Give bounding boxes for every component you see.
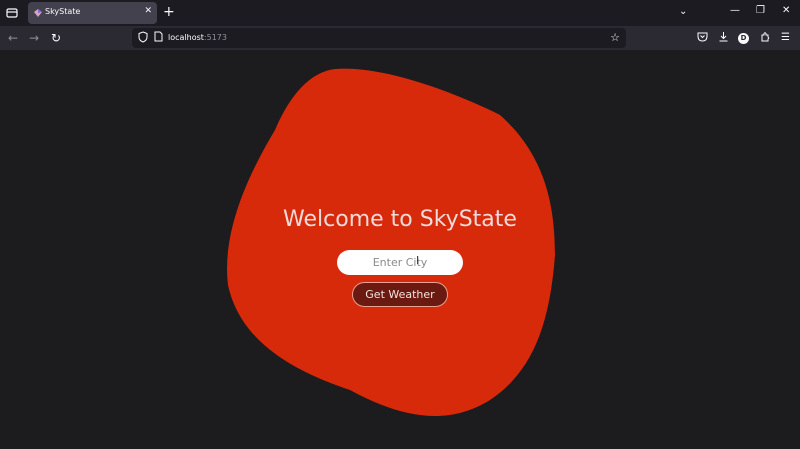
page-icon[interactable] xyxy=(154,31,163,47)
favicon-icon xyxy=(34,9,42,17)
back-icon[interactable]: ← xyxy=(8,30,18,46)
new-tab-button[interactable]: + xyxy=(163,4,175,20)
download-icon[interactable] xyxy=(718,31,729,47)
close-window-icon[interactable]: ✕ xyxy=(782,5,790,16)
url-port: :5173 xyxy=(203,33,227,42)
text-cursor-icon: I xyxy=(416,254,420,267)
url-host: localhost xyxy=(168,33,204,42)
close-tab-icon[interactable]: ✕ xyxy=(144,6,152,16)
star-icon[interactable]: ☆ xyxy=(610,31,620,44)
extensions-icon[interactable] xyxy=(760,31,771,47)
get-weather-button[interactable]: Get Weather xyxy=(352,282,448,307)
app-viewport: Welcome to SkyState I Get Weather xyxy=(0,50,800,449)
shield-icon[interactable] xyxy=(138,31,148,48)
minimize-icon[interactable]: — xyxy=(730,5,740,16)
page-title: Welcome to SkyState xyxy=(283,207,517,232)
chevron-down-icon[interactable]: ⌄ xyxy=(679,6,687,17)
navigation-bar: ← → ↻ localhost:5173 ☆ D ☰ xyxy=(0,26,800,50)
account-icon[interactable]: D xyxy=(738,33,749,44)
city-input[interactable] xyxy=(337,250,463,275)
url-text[interactable]: localhost:5173 xyxy=(168,33,227,42)
url-bar[interactable]: localhost:5173 ☆ xyxy=(132,28,626,48)
restore-icon[interactable]: ❐ xyxy=(756,5,765,16)
tab-bar: SkyState ✕ + ⌄ — ❐ ✕ xyxy=(0,0,800,26)
reload-icon[interactable]: ↻ xyxy=(51,30,61,46)
pocket-icon[interactable] xyxy=(697,31,708,47)
tab-title: SkyState xyxy=(45,7,81,16)
menu-icon[interactable]: ☰ xyxy=(781,31,790,45)
tab-list-icon[interactable] xyxy=(5,6,19,20)
forward-icon[interactable]: → xyxy=(29,30,39,46)
tab-skystate[interactable]: SkyState ✕ xyxy=(28,2,157,24)
